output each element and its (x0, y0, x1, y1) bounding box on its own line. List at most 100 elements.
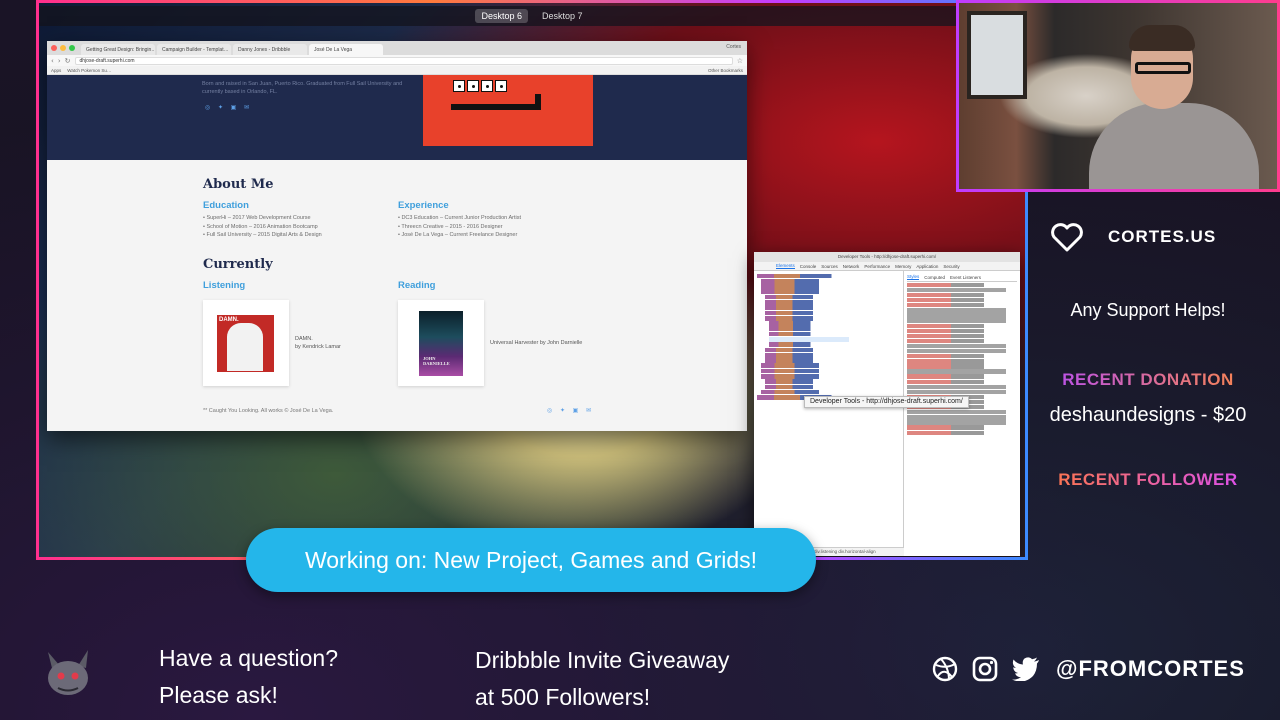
dribbble-icon[interactable]: ◎ (546, 407, 553, 414)
reading-heading: Reading (398, 280, 436, 291)
browser-window: Getting Great Design: Bringin… Campaign … (47, 41, 747, 431)
education-list: • SuperHi – 2017 Web Development Course … (203, 214, 322, 240)
tab-console[interactable]: Console (800, 264, 817, 269)
question-prompt: Have a question? Please ask! (159, 640, 338, 714)
list-item: • School of Motion – 2016 Animation Boot… (203, 223, 318, 230)
tab-computed[interactable]: Computed (924, 275, 945, 280)
tab-elements[interactable]: Elements (776, 263, 795, 269)
tab-memory[interactable]: Memory (895, 264, 911, 269)
space-desktop-6[interactable]: Desktop 6 (475, 9, 528, 23)
about-heading: About Me (203, 177, 274, 192)
question-line-1: Have a question? (159, 645, 339, 671)
browser-tab[interactable]: Getting Great Design: Bringin… (81, 44, 155, 55)
close-window-button[interactable] (51, 45, 57, 51)
maximize-window-button[interactable] (69, 45, 75, 51)
minimize-window-button[interactable] (60, 45, 66, 51)
album-artist: by Kendrick Lamar (295, 344, 341, 350)
tab-performance[interactable]: Performance (864, 264, 890, 269)
footer-copyright: ** Caught You Looking. All works © José … (203, 408, 334, 414)
mission-control-spaces: Desktop 6 Desktop 7 (39, 6, 1025, 26)
styles-pane[interactable]: Styles Computed Event Listeners (904, 271, 1020, 556)
stream-sidebar: CORTES.US Any Support Helps! RECENT DONA… (1028, 192, 1280, 602)
dribbble-icon[interactable]: ◎ (204, 104, 211, 111)
web-page: Born and raised in San Juan, Puerto Rico… (47, 75, 747, 431)
star-icon[interactable]: ☆ (737, 57, 743, 65)
tab-styles[interactable]: Styles (907, 274, 920, 280)
working-on-banner: Working on: New Project, Games and Grids… (246, 528, 816, 592)
twitter-icon[interactable]: ✦ (559, 407, 566, 414)
webcam-frame (956, 0, 1280, 192)
address-bar-row: ‹ › ↻ dhjose-draft.superhi.com ☆ (47, 55, 747, 66)
social-handle-bar: @FROMCORTES (932, 656, 1245, 682)
tab-sources[interactable]: Sources (821, 264, 838, 269)
window-controls (51, 45, 75, 51)
browser-tab-strip: Getting Great Design: Bringin… Campaign … (47, 41, 747, 55)
browser-tab[interactable]: Danny Jones - Dribbble (233, 44, 307, 55)
education-heading: Education (203, 200, 249, 211)
back-icon[interactable]: ‹ (51, 57, 54, 65)
reload-icon[interactable]: ↻ (65, 57, 71, 65)
listening-caption: DAMN. by Kendrick Lamar (295, 335, 341, 351)
tab-network[interactable]: Network (843, 264, 860, 269)
recent-follower-label: RECENT FOLLOWER (1028, 470, 1268, 490)
tab-security[interactable]: Security (943, 264, 959, 269)
list-item: • DC3 Education – Current Junior Product… (398, 215, 521, 221)
hero-section: Born and raised in San Juan, Puerto Rico… (47, 75, 747, 160)
book-card[interactable]: JOHN DARNIELLE (398, 300, 484, 386)
browser-tab[interactable]: Campaign Builder - Templat… (157, 44, 231, 55)
styles-tabs: Styles Computed Event Listeners (907, 273, 1017, 282)
book-caption: Universal Harvester by John Darnielle (490, 340, 583, 346)
window-tooltip: Developer Tools - http://dhjose-draft.su… (804, 396, 969, 408)
devtools-tabs: Elements Console Sources Network Perform… (754, 262, 1020, 271)
experience-heading: Experience (398, 200, 449, 211)
book-cover: JOHN DARNIELLE (419, 311, 463, 376)
desktop: Desktop 6 Desktop 7 Getting Great Design… (39, 3, 1025, 557)
instagram-icon[interactable]: ▣ (572, 407, 579, 414)
twitter-icon (1012, 657, 1039, 681)
email-icon[interactable]: ✉ (585, 407, 592, 414)
mascot-icon (48, 650, 88, 695)
devtools-window: Developer Tools - http://dhjose-draft.su… (754, 252, 1020, 556)
footer-social-links: ◎ ✦ ▣ ✉ (546, 407, 592, 414)
devtools-title: Developer Tools - http://dhjose-draft.su… (754, 252, 1020, 262)
tab-application[interactable]: Application (916, 264, 938, 269)
bookmark-apps[interactable]: Apps (51, 68, 61, 73)
support-text: Any Support Helps! (1070, 300, 1226, 320)
tab-event-listeners[interactable]: Event Listeners (950, 275, 981, 280)
dribbble-icon (932, 656, 958, 682)
other-bookmarks[interactable]: Other Bookmarks (708, 68, 743, 73)
giveaway-line-2: at 500 Followers! (475, 684, 651, 710)
bookmark-item[interactable]: Watch Pokemon Su… (67, 68, 111, 73)
browser-tab-active[interactable]: José De La Vega (309, 44, 383, 55)
dom-tree[interactable]: div.listening div.horizontal-align (754, 271, 904, 556)
heart-icon (1051, 223, 1083, 252)
social-handle: @FROMCORTES (1056, 656, 1245, 681)
twitter-icon[interactable]: ✦ (217, 104, 224, 111)
list-item: • José De La Vega – Current Freelance De… (398, 232, 518, 238)
instagram-icon[interactable]: ▣ (230, 104, 237, 111)
url-input[interactable]: dhjose-draft.superhi.com (74, 56, 733, 65)
list-item: • SuperHi – 2017 Web Development Course (203, 215, 311, 221)
hero-bio: Born and raised in San Juan, Puerto Rico… (202, 81, 403, 95)
space-desktop-7[interactable]: Desktop 7 (536, 9, 589, 23)
giveaway-line-1: Dribbble Invite Giveaway (475, 647, 730, 673)
devtools-body: div.listening div.horizontal-align Style… (754, 271, 1020, 556)
list-item: • Full Sail University – 2015 Digital Ar… (203, 232, 322, 238)
giveaway-notice: Dribbble Invite Giveaway at 500 Follower… (475, 642, 729, 716)
email-icon[interactable]: ✉ (243, 104, 250, 111)
hero-illustration (423, 75, 593, 146)
recent-donation-value: deshaundesigns - $20 (1049, 404, 1247, 426)
album-title: DAMN. (295, 336, 313, 342)
dice-illustration (453, 80, 507, 92)
webcam-feed (959, 3, 1277, 189)
bookmarks-bar: Apps Watch Pokemon Su… Other Bookmarks (47, 66, 747, 75)
browser-profile[interactable]: Cortes (726, 44, 741, 50)
question-line-2: Please ask! (159, 682, 278, 708)
about-section: About Me Education • SuperHi – 2017 Web … (47, 160, 747, 431)
recent-donation-label: RECENT DONATION (1028, 370, 1268, 390)
brand: CORTES.US (1050, 222, 1216, 252)
album-card[interactable]: DAMN. (203, 300, 289, 386)
currently-heading: Currently (203, 257, 273, 272)
experience-list: • DC3 Education – Current Junior Product… (398, 214, 521, 240)
forward-icon[interactable]: › (58, 57, 61, 65)
